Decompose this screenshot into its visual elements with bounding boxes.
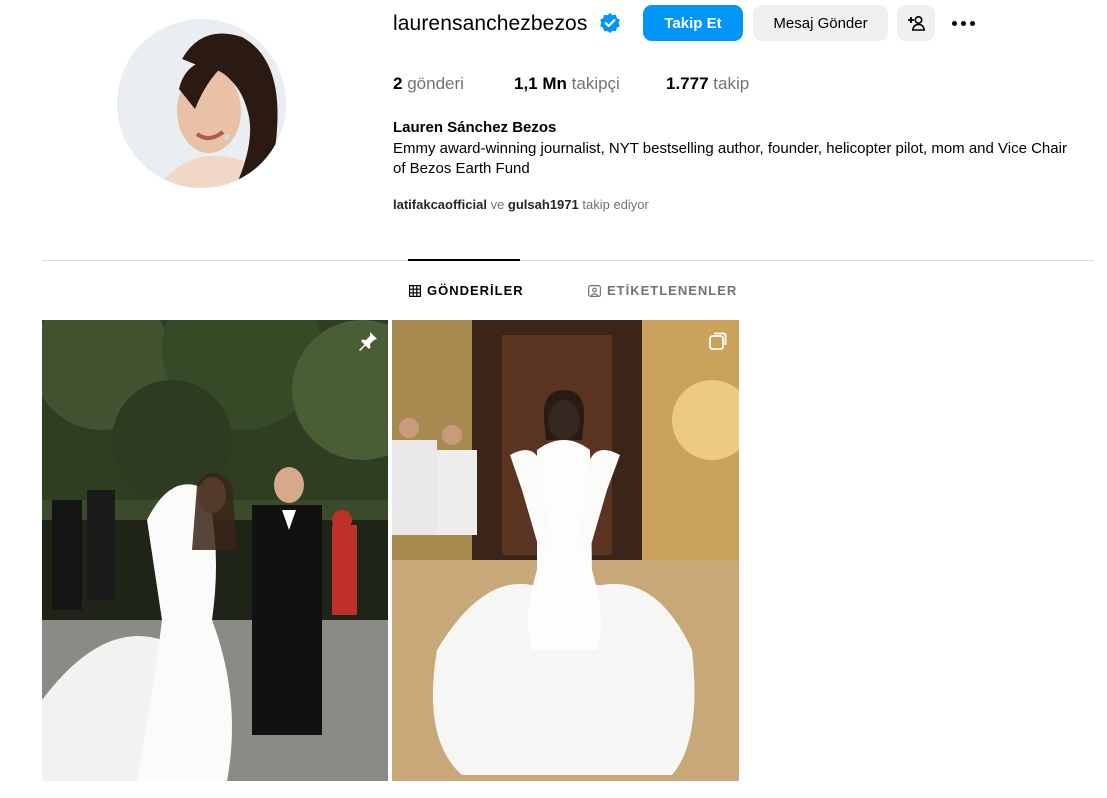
tab-posts-label: GÖNDERİLER [427,283,524,298]
followed-by-user-2: gulsah1971 [507,197,579,212]
pin-icon [359,332,377,351]
verified-badge-icon [600,13,620,33]
profile-full-name: Lauren Sánchez Bezos [393,119,557,136]
active-tab-indicator [408,259,520,261]
profile-avatar[interactable] [117,19,286,188]
profile-username: laurensanchezbezos [393,12,588,35]
tab-posts[interactable]: GÖNDERİLER [409,282,524,300]
post-thumbnail-1[interactable] [42,320,388,781]
following-label: takip [713,74,750,93]
tab-tagged[interactable]: ETİKETLENENLER [588,282,737,300]
following-stat[interactable]: 1.777 takip [666,73,749,95]
send-message-button[interactable]: Mesaj Gönder [753,5,888,41]
followed-by-user-1: latifakcaofficial [393,197,487,212]
add-person-icon [908,15,925,31]
followers-count: 1,1 Mn [514,74,567,93]
post-2-image [392,320,739,781]
avatar-image [117,19,286,188]
tagged-icon [588,285,601,297]
followers-stat[interactable]: 1,1 Mn takipçi [514,73,620,95]
carousel-icon [709,332,727,350]
profile-bio: Emmy award-winning journalist, NYT bests… [393,140,1067,177]
follow-button[interactable]: Takip Et [643,5,743,41]
following-count: 1.777 [666,74,709,93]
followers-label: takipçi [571,74,620,93]
followed-by-joiner: ve [490,197,505,212]
followed-by-suffix: takip ediyor [582,197,649,212]
tab-tagged-label: ETİKETLENENLER [607,283,738,298]
posts-count-stat: 2 gönderi [393,73,464,95]
posts-count: 2 [393,74,403,93]
posts-label: gönderi [407,74,464,93]
tabs-divider [42,260,1094,261]
post-1-image [42,320,388,781]
grid-icon [409,285,421,297]
suggested-users-button[interactable] [897,5,935,41]
post-thumbnail-2[interactable] [392,320,739,781]
more-options-icon[interactable] [946,10,980,36]
followed-by-line[interactable]: latifakcaofficial ve gulsah1971 takip ed… [393,196,649,214]
